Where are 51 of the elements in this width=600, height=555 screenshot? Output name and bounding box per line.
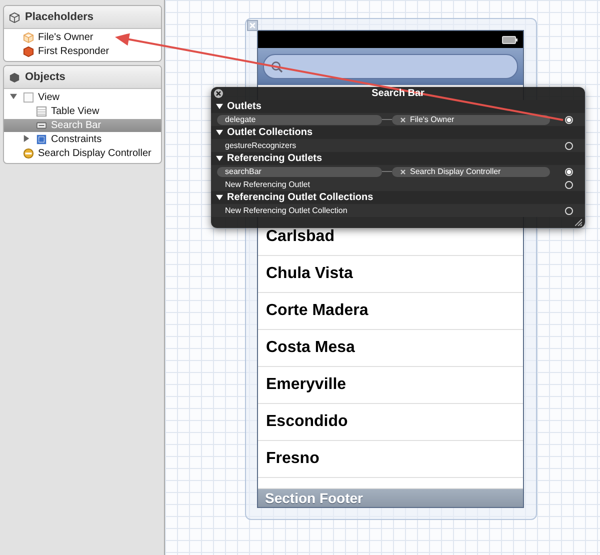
section-footer: Section Footer [258,489,523,507]
disclosure-triangle-icon[interactable] [216,155,223,162]
table-row[interactable]: Fresno [258,441,523,478]
view-icon [23,92,34,103]
outlet-name: New Referencing Outlet Collection [224,206,348,215]
connection-circle[interactable] [565,116,573,124]
outline-item[interactable]: Table View [4,105,161,118]
cube-icon [23,32,34,43]
cube-icon [9,72,20,82]
outlet-name: delegate [217,114,382,124]
outline-item[interactable]: File's Owner [4,31,161,44]
table-row[interactable]: Emeryville [258,367,523,404]
table-row[interactable]: Escondido [258,404,523,441]
connection-target[interactable]: File's Owner [392,114,550,124]
section-header[interactable]: Outlets [211,100,585,113]
outlet-name: gestureRecognizers [224,141,298,150]
outline-item[interactable]: First Responder [4,45,161,58]
close-icon[interactable] [400,168,406,174]
cube-icon [23,46,34,57]
connection-circle[interactable] [565,142,573,150]
outline-item[interactable]: Constraints [4,133,161,146]
search-field[interactable] [263,54,518,79]
outlet-name: New Referencing Outlet [224,180,311,189]
connection-target[interactable]: Search Display Controller [392,166,550,176]
disclosure-triangle-icon[interactable] [216,103,223,110]
table-row[interactable]: Costa Mesa [258,330,523,367]
battery-icon [502,36,518,44]
disclosure-triangle-icon[interactable] [216,194,223,201]
constraints-icon [36,134,47,145]
outline-item[interactable]: View [4,91,161,104]
outlet-name: searchBar [217,166,382,176]
section-header[interactable]: Outlet Collections [211,126,585,139]
connection-circle[interactable] [565,168,573,176]
resize-grip-icon[interactable] [575,219,582,226]
disclosure-triangle-icon[interactable] [216,129,223,136]
close-button[interactable] [214,89,223,98]
table-icon [36,106,47,117]
section-header[interactable]: Referencing Outlets [211,152,585,165]
outline-item[interactable]: Search Display Controller [4,147,161,160]
table-row[interactable]: Corte Madera [258,293,523,330]
search-bar-icon [36,120,47,131]
panel-title: Objects [25,71,66,83]
controller-icon [23,148,34,159]
section-header[interactable]: Referencing Outlet Collections [211,191,585,204]
close-icon[interactable] [400,116,406,122]
cube-icon [9,12,20,22]
table-row[interactable]: Chula Vista [258,256,523,293]
connection-circle[interactable] [565,206,573,214]
search-icon [271,60,283,72]
panel-title: Placeholders [25,11,94,23]
connection-circle[interactable] [565,180,573,188]
